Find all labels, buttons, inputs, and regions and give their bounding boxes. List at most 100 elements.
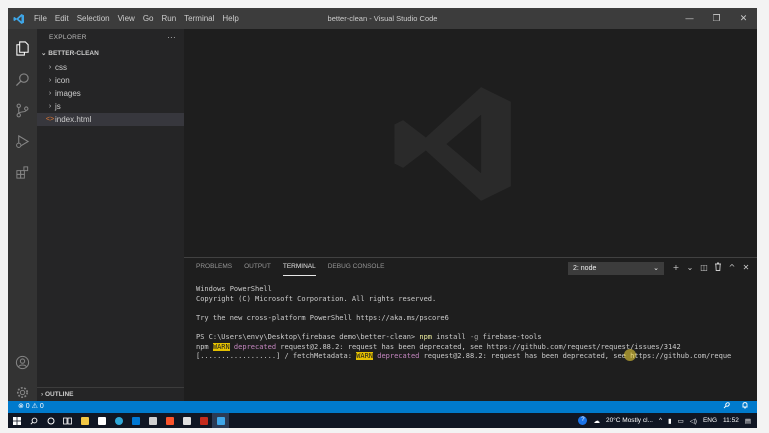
menu-help[interactable]: Help xyxy=(218,8,242,29)
source-control-icon[interactable] xyxy=(8,97,37,123)
terminal-cmd: npm xyxy=(419,332,433,341)
vscode-taskbar-icon[interactable] xyxy=(212,413,229,428)
terminal-args: install xyxy=(432,332,470,341)
terminal-args: firebase-tools xyxy=(478,332,542,341)
window-controls: — ❐ ✕ xyxy=(676,8,757,29)
taskbar-search-icon[interactable] xyxy=(25,413,42,428)
terminal-text: [..................] / fetchMetadata: xyxy=(196,352,357,361)
brave-browser-icon[interactable] xyxy=(161,413,178,428)
outline-section[interactable]: › OUTLINE xyxy=(37,387,184,401)
chevron-down-icon: ⌄ xyxy=(653,265,659,272)
tree-folder-icon[interactable]: › icon xyxy=(37,74,184,87)
taskbar-app-icon[interactable] xyxy=(93,413,110,428)
sidebar-header: EXPLORER ··· xyxy=(37,29,184,47)
clock[interactable]: 11:52 xyxy=(723,417,739,424)
menu-selection[interactable]: Selection xyxy=(73,8,114,29)
maximize-panel-icon[interactable]: ^ xyxy=(725,263,739,272)
close-button[interactable]: ✕ xyxy=(730,8,757,29)
chevron-up-icon[interactable]: ^ xyxy=(659,417,662,424)
new-terminal-icon[interactable]: + xyxy=(669,263,683,272)
menu-file[interactable]: File xyxy=(30,8,51,29)
tab-terminal[interactable]: TERMINAL xyxy=(282,258,316,276)
outline-label: OUTLINE xyxy=(44,391,74,398)
activity-bar xyxy=(8,29,37,401)
tree-folder-css[interactable]: › css xyxy=(37,61,184,74)
vscode-watermark-icon xyxy=(394,87,511,201)
terminal-dropdown-icon[interactable]: ⌄ xyxy=(683,263,697,272)
tree-folder-js[interactable]: › js xyxy=(37,100,184,113)
menu-edit[interactable]: Edit xyxy=(51,8,73,29)
tab-output[interactable]: OUTPUT xyxy=(244,258,271,276)
restore-button[interactable]: ❐ xyxy=(703,8,730,29)
workspace-root[interactable]: ⌄ BETTER-CLEAN xyxy=(37,47,184,61)
battery-icon[interactable]: ▭ xyxy=(678,417,684,425)
extensions-icon[interactable] xyxy=(8,159,37,185)
terminal-select[interactable]: 2: node ⌄ xyxy=(568,262,664,275)
explorer-title: EXPLORER xyxy=(49,34,87,41)
status-bar: ⊗ 0 ⚠ 0 xyxy=(8,401,757,413)
chevron-right-icon: › xyxy=(48,103,52,110)
tree-item-label: images xyxy=(55,89,81,98)
problems-status[interactable]: ⊗ 0 ⚠ 0 xyxy=(18,401,44,413)
kill-terminal-icon[interactable] xyxy=(711,262,725,273)
deprecated-text: deprecated xyxy=(373,352,424,361)
tree-item-label: icon xyxy=(55,76,70,85)
terminal-line: Copyright (C) Microsoft Corporation. All… xyxy=(196,294,437,303)
tree-file-index-html[interactable]: <> index.html xyxy=(37,113,184,126)
store-icon[interactable] xyxy=(144,413,161,428)
menu-go[interactable]: Go xyxy=(139,8,158,29)
terminal-command-line: PS C:\Users\envy\Desktop\firebase demo\b… xyxy=(196,333,751,343)
media-app-icon[interactable] xyxy=(195,413,212,428)
tree-item-label: css xyxy=(55,63,67,72)
close-panel-icon[interactable]: ✕ xyxy=(739,263,753,272)
edge-browser-icon[interactable] xyxy=(110,413,127,428)
help-icon[interactable]: ? xyxy=(578,416,588,425)
terminal-text: npm xyxy=(196,342,213,351)
html-file-icon: <> xyxy=(45,116,55,123)
panel-actions: + ⌄ ◫ ^ ✕ xyxy=(669,260,753,275)
vscode-logo-icon xyxy=(8,8,30,29)
title-bar: File Edit Selection View Go Run Terminal… xyxy=(8,8,757,29)
system-tray: ? ☁ 20°C Mostly cl... ^ ▮ ▭ ◁) ENG 11:52… xyxy=(578,413,757,428)
run-debug-icon[interactable] xyxy=(8,128,37,154)
menu-view[interactable]: View xyxy=(114,8,139,29)
notification-icon[interactable]: ▤ xyxy=(745,417,751,425)
chevron-right-icon: › xyxy=(48,90,52,97)
accounts-icon[interactable] xyxy=(8,349,37,375)
mouse-cursor-highlight xyxy=(624,349,636,361)
terminal-output[interactable]: Windows PowerShell Copyright (C) Microsof… xyxy=(196,285,751,362)
menu-run[interactable]: Run xyxy=(157,8,180,29)
terminal-app-icon[interactable] xyxy=(178,413,195,428)
file-explorer-icon[interactable] xyxy=(76,413,93,428)
split-terminal-icon[interactable]: ◫ xyxy=(697,263,711,272)
volume-icon[interactable]: ◁) xyxy=(690,417,697,425)
workspace-root-label: BETTER-CLEAN xyxy=(48,50,99,57)
vscode-window: File Edit Selection View Go Run Terminal… xyxy=(8,8,757,428)
tree-item-label: js xyxy=(55,102,61,111)
cortana-icon[interactable] xyxy=(42,413,59,428)
deprecated-text: deprecated xyxy=(229,342,281,351)
terminal-progress-line: [..................] / fetchMetadata: WA… xyxy=(196,352,751,362)
weather-text[interactable]: 20°C Mostly cl... xyxy=(606,417,653,424)
terminal-line: Windows PowerShell xyxy=(196,285,272,293)
chevron-right-icon: › xyxy=(48,77,52,84)
task-view-icon[interactable] xyxy=(59,413,76,428)
language-indicator[interactable]: ENG xyxy=(703,417,717,424)
tab-problems[interactable]: PROBLEMS xyxy=(196,258,232,276)
tab-debug-console[interactable]: DEBUG CONSOLE xyxy=(328,258,385,276)
menu-terminal[interactable]: Terminal xyxy=(180,8,218,29)
microphone-icon[interactable]: ▮ xyxy=(668,417,672,425)
editor-area[interactable] xyxy=(184,29,757,257)
mail-icon[interactable] xyxy=(127,413,144,428)
tree-item-label: index.html xyxy=(55,115,92,124)
tree-folder-images[interactable]: › images xyxy=(37,87,184,100)
weather-icon: ☁ xyxy=(593,417,600,425)
windows-start-icon[interactable] xyxy=(8,413,25,428)
explorer-icon[interactable] xyxy=(8,35,37,61)
search-icon[interactable] xyxy=(8,66,37,92)
terminal-line: Try the new cross-platform PowerShell ht… xyxy=(196,313,449,322)
panel-tabs: PROBLEMS OUTPUT TERMINAL DEBUG CONSOLE xyxy=(196,258,396,276)
more-actions-icon[interactable]: ··· xyxy=(167,29,176,47)
minimize-button[interactable]: — xyxy=(676,8,703,29)
